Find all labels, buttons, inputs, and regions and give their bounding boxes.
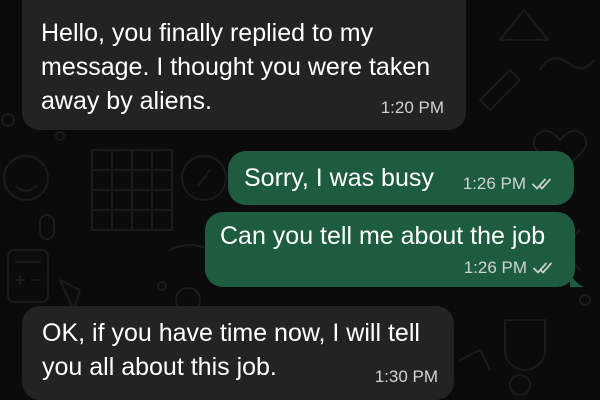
message-meta: 1:30 PM: [375, 367, 438, 387]
message-meta: 1:26 PM: [463, 174, 556, 194]
double-check-icon: [533, 262, 552, 274]
outgoing-message-bubble[interactable]: Sorry, I was busy 1:26 PM: [228, 151, 574, 205]
message-meta: 1:20 PM: [381, 98, 444, 118]
message-text: Sorry, I was busy: [244, 164, 434, 192]
message-text: Can you tell me about the job: [220, 222, 546, 250]
outgoing-message-bubble[interactable]: Can you tell me about the job 1:26 PM: [205, 212, 575, 287]
message-timestamp: 1:20 PM: [380, 98, 444, 117]
message-timestamp: 1:26 PM: [462, 174, 526, 193]
message-timestamp: 1:30 PM: [374, 367, 438, 386]
message-timestamp: 1:26 PM: [463, 258, 527, 277]
incoming-message-bubble[interactable]: OK, if you have time now, I will tell yo…: [22, 306, 454, 400]
double-check-icon: [532, 178, 551, 190]
message-meta: 1:26 PM: [464, 258, 557, 278]
incoming-message-bubble[interactable]: Hello, you finally replied to my message…: [22, 0, 466, 130]
